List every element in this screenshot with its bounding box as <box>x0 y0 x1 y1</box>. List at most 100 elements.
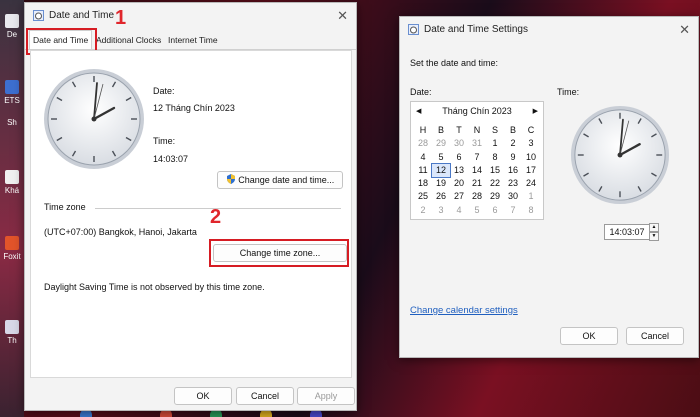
calendar-day[interactable]: 11 <box>414 164 432 177</box>
calendar-day[interactable]: 7 <box>468 151 486 164</box>
calendar-day[interactable]: 8 <box>486 151 504 164</box>
calendar-day[interactable]: 21 <box>468 177 486 190</box>
title-bar[interactable]: Date and Time Settings ✕ <box>400 17 698 43</box>
close-icon[interactable]: ✕ <box>679 22 690 38</box>
desktop-icon-6[interactable]: Th <box>2 320 22 345</box>
step-number-2: 2 <box>210 206 222 228</box>
time-value: 14:03:07 <box>153 154 189 164</box>
highlight-box-timezone <box>209 239 349 267</box>
calendar-day[interactable]: 3 <box>432 204 450 217</box>
app-icon <box>5 80 19 94</box>
calendar-day[interactable]: 23 <box>504 177 522 190</box>
weekday-label: B <box>509 125 516 135</box>
calendar-weekday-row: HBTNSBC <box>414 124 540 137</box>
shortcut-icon <box>5 170 19 184</box>
clock-calendar-icon <box>33 10 44 21</box>
calendar-day[interactable]: 18 <box>414 177 432 190</box>
calendar-day[interactable]: 29 <box>486 190 504 203</box>
calendar-week-row: 2345678 <box>414 204 540 217</box>
calendar-day[interactable]: 12 <box>431 162 451 179</box>
calendar-day[interactable]: 31 <box>468 137 486 150</box>
desktop-icon-4[interactable]: Khá <box>2 170 22 195</box>
calendar-day[interactable]: 16 <box>504 164 522 177</box>
desktop-icon-5[interactable]: Foxit <box>2 236 22 261</box>
desktop-left-strip <box>0 0 24 417</box>
weekday-label: S <box>491 125 498 135</box>
date-label: Date: <box>153 86 175 96</box>
weekday-label: C <box>527 125 535 135</box>
date-value: 12 Tháng Chín 2023 <box>153 103 235 113</box>
cancel-button[interactable]: Cancel <box>236 387 294 405</box>
calendar-day[interactable]: 17 <box>522 164 540 177</box>
calendar-header: ◀ Tháng Chín 2023 ▶ <box>411 106 543 118</box>
tab-internet-time[interactable]: Internet Time <box>165 32 221 48</box>
calendar-day[interactable]: 19 <box>432 177 450 190</box>
calendar-day[interactable]: 3 <box>522 137 540 150</box>
close-icon[interactable]: ✕ <box>337 8 348 24</box>
calendar-day[interactable]: 1 <box>522 190 540 203</box>
calendar-grid: H B T N S B C 28 29 30 31 1 2 3 4 5 6 7 8 9 10 11 12 13 14 15 16 17… <box>414 124 540 217</box>
weekday-label: H <box>419 125 427 135</box>
title-bar[interactable]: Date and Time ✕ <box>25 3 356 29</box>
calendar-day[interactable]: 5 <box>468 204 486 217</box>
time-spinner[interactable]: ▲ ▼ <box>649 223 659 241</box>
calendar-day[interactable]: 10 <box>522 151 540 164</box>
calendar-week-row: 28 29 30 31 1 2 3 <box>414 137 540 150</box>
time-input[interactable]: 14:03:07 <box>604 224 650 240</box>
weekday-label: B <box>437 125 444 135</box>
ok-button[interactable]: OK <box>560 327 618 345</box>
calendar-day[interactable]: 4 <box>450 204 468 217</box>
desktop-icon-2[interactable]: ETS <box>2 80 22 105</box>
time-zone-heading: Time zone <box>44 202 86 212</box>
desktop-icon-1[interactable]: De <box>2 14 22 39</box>
calendar-day[interactable]: 4 <box>414 151 432 164</box>
tab-additional-clocks[interactable]: Additional Clocks <box>93 32 164 48</box>
time-label: Time: <box>153 136 176 146</box>
ok-button[interactable]: OK <box>174 387 232 405</box>
calendar-day[interactable]: 13 <box>450 164 468 177</box>
time-label: Time: <box>557 87 580 97</box>
calendar-day[interactable]: 30 <box>450 137 468 150</box>
calendar-day[interactable]: 8 <box>522 204 540 217</box>
change-date-time-button[interactable]: Change date and time... <box>217 171 343 189</box>
clock-calendar-icon <box>408 24 419 35</box>
calendar-day[interactable]: 30 <box>504 190 522 203</box>
desktop-icon-3[interactable]: Sh <box>2 118 22 127</box>
calendar-day[interactable]: 15 <box>486 164 504 177</box>
calendar: ◀ Tháng Chín 2023 ▶ H B T N S B C 28 29 30 31 1 2 3 4 5… <box>410 101 544 220</box>
calendar-day[interactable]: 7 <box>504 204 522 217</box>
calendar-day[interactable]: 28 <box>414 137 432 150</box>
app-icon <box>5 14 19 28</box>
calendar-day[interactable]: 26 <box>432 190 450 203</box>
calendar-day[interactable]: 22 <box>486 177 504 190</box>
calendar-day[interactable]: 2 <box>504 137 522 150</box>
apply-button[interactable]: Apply <box>297 387 355 405</box>
weekday-label: N <box>473 125 481 135</box>
calendar-day[interactable]: 25 <box>414 190 432 203</box>
calendar-month-label[interactable]: Tháng Chín 2023 <box>411 106 543 116</box>
analog-clock <box>568 103 672 209</box>
calendar-day[interactable]: 29 <box>432 137 450 150</box>
calendar-day[interactable]: 14 <box>468 164 486 177</box>
date-label: Date: <box>410 87 432 97</box>
calendar-day[interactable]: 9 <box>504 151 522 164</box>
spin-down-icon[interactable]: ▼ <box>649 232 659 241</box>
desktop-icon-label: ETS <box>4 96 20 105</box>
calendar-day[interactable]: 5 <box>432 151 450 164</box>
calendar-day[interactable]: 27 <box>450 190 468 203</box>
cancel-button[interactable]: Cancel <box>626 327 684 345</box>
calendar-day[interactable]: 2 <box>414 204 432 217</box>
calendar-week-row: 4 5 6 7 8 9 10 <box>414 151 540 164</box>
desktop-icon-label: Foxit <box>3 252 21 261</box>
calendar-day[interactable]: 6 <box>450 151 468 164</box>
calendar-day[interactable]: 28 <box>468 190 486 203</box>
spin-up-icon[interactable]: ▲ <box>649 223 659 232</box>
calendar-day[interactable]: 24 <box>522 177 540 190</box>
calendar-day[interactable]: 1 <box>486 137 504 150</box>
change-calendar-settings-link[interactable]: Change calendar settings <box>410 305 518 316</box>
next-month-icon[interactable]: ▶ <box>533 107 538 115</box>
uac-shield-icon <box>226 174 235 184</box>
calendar-day[interactable]: 20 <box>450 177 468 190</box>
date-time-dialog: Date and Time ✕ Date and Time Additional… <box>24 2 357 411</box>
calendar-day[interactable]: 6 <box>486 204 504 217</box>
